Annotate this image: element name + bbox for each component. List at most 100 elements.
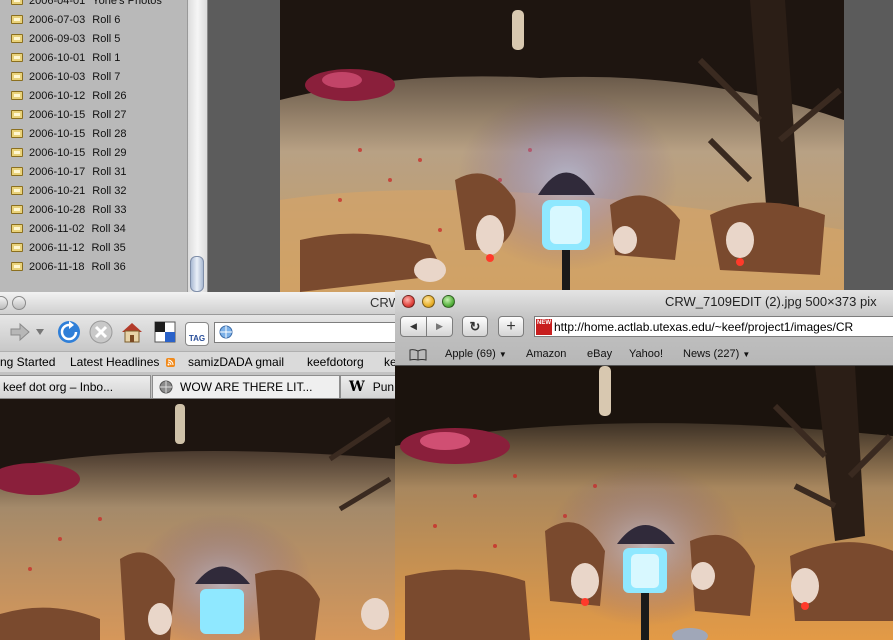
roll-list-item[interactable]: 2006-10-12 Roll 26 bbox=[0, 86, 188, 105]
tab-inbox[interactable]: keef dot org – Inbo... bbox=[0, 375, 151, 398]
home-icon[interactable] bbox=[120, 320, 144, 344]
roll-name: Roll 26 bbox=[92, 89, 127, 102]
roll-list-item[interactable]: 2006-04-01 Yone's Photos bbox=[0, 0, 188, 10]
roll-date: 2006-10-15 bbox=[29, 146, 86, 159]
roll-list-item[interactable]: 2006-10-15 Roll 28 bbox=[0, 124, 188, 143]
roll-date: 2006-07-03 bbox=[29, 13, 86, 26]
sidebar-scrollbar[interactable] bbox=[187, 0, 207, 292]
bookmark-news[interactable]: News (227) ▼ bbox=[683, 348, 750, 360]
tag-icon[interactable]: TAG bbox=[185, 322, 209, 346]
bookmark-keefdotorg[interactable]: keefdotorg bbox=[307, 355, 364, 369]
photo-roll-icon bbox=[11, 15, 23, 24]
tab-label: Pun bbox=[372, 380, 395, 394]
roll-date: 2006-10-28 bbox=[29, 203, 86, 216]
photo-roll-icon bbox=[11, 224, 23, 233]
book-icon[interactable] bbox=[409, 349, 427, 361]
minimize-button[interactable] bbox=[12, 296, 26, 310]
roll-list-item[interactable]: 2006-10-28 Roll 33 bbox=[0, 200, 188, 219]
roll-name: Roll 28 bbox=[92, 127, 127, 140]
forward-arrow-icon[interactable] bbox=[8, 320, 32, 344]
bookmarks-toolbar: ng Started Latest Headlines samizDADA gm… bbox=[0, 351, 395, 373]
reload-icon: ↻ bbox=[469, 318, 481, 334]
globe-icon bbox=[219, 325, 233, 339]
viewer-gutter bbox=[208, 0, 280, 292]
forward-button[interactable]: ▶ bbox=[426, 316, 453, 337]
roll-name: Roll 34 bbox=[91, 222, 126, 235]
back-button[interactable]: ◀ bbox=[400, 316, 427, 337]
photo-roll-icon bbox=[11, 91, 23, 100]
roll-list-item[interactable]: 2006-10-15 Roll 27 bbox=[0, 105, 188, 124]
roll-list-item[interactable]: 2006-10-03 Roll 7 bbox=[0, 67, 188, 86]
roll-date: 2006-11-12 bbox=[29, 241, 85, 254]
address-text: http://home.actlab.utexas.edu/~keef/proj… bbox=[554, 319, 854, 334]
add-bookmark-icon: + bbox=[506, 317, 516, 335]
roll-name: Roll 31 bbox=[92, 165, 127, 178]
close-button[interactable] bbox=[402, 295, 415, 308]
globe-icon bbox=[159, 380, 173, 394]
christmas-village-photo bbox=[0, 399, 395, 640]
bookmark-ebay[interactable]: eBay bbox=[587, 348, 612, 360]
tab-label: keef dot org – Inbo... bbox=[3, 380, 114, 394]
new-badge: NEW bbox=[536, 318, 552, 335]
bookmark-samizdada-gmail[interactable]: samizDADA gmail bbox=[188, 355, 284, 369]
zoom-button[interactable] bbox=[442, 295, 455, 308]
photo-viewer-top bbox=[280, 0, 844, 292]
photo-roll-icon bbox=[11, 129, 23, 138]
close-button[interactable] bbox=[0, 296, 8, 310]
roll-name: Roll 36 bbox=[91, 260, 126, 273]
bookmark-truncated[interactable]: ke bbox=[384, 355, 395, 369]
safari-content-photo bbox=[395, 366, 893, 640]
bookmark-amazon[interactable]: Amazon bbox=[526, 348, 566, 360]
photo-roll-icon bbox=[11, 110, 23, 119]
window-title: CRW_ bbox=[370, 295, 395, 310]
safari-window: CRW_7109EDIT (2).jpg 500×373 pix ◀ ▶ ↻ +… bbox=[395, 290, 893, 640]
roll-list-item[interactable]: 2006-11-12 Roll 35 bbox=[0, 238, 188, 257]
roll-list-item[interactable]: 2006-11-02 Roll 34 bbox=[0, 219, 188, 238]
photo-roll-icon bbox=[11, 167, 23, 176]
stop-icon[interactable] bbox=[89, 320, 113, 344]
roll-date: 2006-10-12 bbox=[29, 89, 86, 102]
minimize-button[interactable] bbox=[422, 295, 435, 308]
roll-list-item[interactable]: 2006-10-17 Roll 31 bbox=[0, 162, 188, 181]
tab-wow[interactable]: WOW ARE THERE LIT... bbox=[152, 375, 340, 398]
disclosure-arrow-icon: ▼ bbox=[742, 350, 751, 359]
roll-name: Roll 33 bbox=[92, 203, 127, 216]
photo-roll-list: 2006-04-01 Yone's Photos 2006-07-03 Roll 62… bbox=[0, 0, 208, 292]
firefox-toolbar: TAG bbox=[0, 315, 395, 351]
bookmark-toolbar-icon[interactable] bbox=[153, 320, 177, 344]
roll-name: Roll 27 bbox=[92, 108, 127, 121]
viewer-margin bbox=[844, 0, 893, 292]
photo-roll-icon bbox=[11, 34, 23, 43]
roll-list-item[interactable]: 2006-10-01 Roll 1 bbox=[0, 48, 188, 67]
roll-list-item[interactable]: 2006-10-21 Roll 32 bbox=[0, 181, 188, 200]
firefox-window: CRW_ TAG bbox=[0, 292, 395, 640]
photo-roll-icon bbox=[11, 0, 23, 5]
bookmark-apple[interactable]: Apple (69) ▼ bbox=[445, 348, 507, 360]
rss-icon bbox=[165, 358, 175, 367]
reload-button[interactable]: ↻ bbox=[462, 316, 488, 337]
safari-toolbar: CRW_7109EDIT (2).jpg 500×373 pix ◀ ▶ ↻ +… bbox=[395, 290, 893, 365]
bookmark-latest-headlines[interactable]: Latest Headlines bbox=[70, 355, 175, 369]
roll-date: 2006-10-21 bbox=[29, 184, 86, 197]
url-field[interactable] bbox=[214, 322, 395, 343]
add-bookmark-button[interactable]: + bbox=[498, 316, 524, 337]
chevron-down-icon[interactable] bbox=[36, 329, 44, 335]
address-field[interactable]: NEW http://home.actlab.utexas.edu/~keef/… bbox=[534, 316, 893, 337]
firefox-content-photo bbox=[0, 399, 395, 640]
roll-date: 2006-11-18 bbox=[29, 260, 85, 273]
disclosure-arrow-icon: ▼ bbox=[498, 350, 507, 359]
roll-name: Roll 35 bbox=[91, 241, 126, 254]
reload-icon[interactable] bbox=[57, 320, 81, 344]
photo-roll-icon bbox=[11, 262, 23, 271]
wikipedia-icon: W bbox=[349, 379, 365, 395]
roll-name: Roll 7 bbox=[92, 70, 121, 83]
roll-date: 2006-04-01 bbox=[29, 0, 86, 7]
roll-list-item[interactable]: 2006-10-15 Roll 29 bbox=[0, 143, 188, 162]
roll-list-item[interactable]: 2006-07-03 Roll 6 bbox=[0, 10, 188, 29]
bookmark-getting-started[interactable]: ng Started bbox=[0, 355, 55, 369]
sidebar-scroll-thumb[interactable] bbox=[190, 256, 204, 292]
tab-wikipedia[interactable]: W Pun bbox=[340, 375, 395, 398]
roll-list-item[interactable]: 2006-09-03 Roll 5 bbox=[0, 29, 188, 48]
bookmark-yahoo[interactable]: Yahoo! bbox=[629, 348, 663, 360]
roll-list-item[interactable]: 2006-11-18 Roll 36 bbox=[0, 257, 188, 276]
